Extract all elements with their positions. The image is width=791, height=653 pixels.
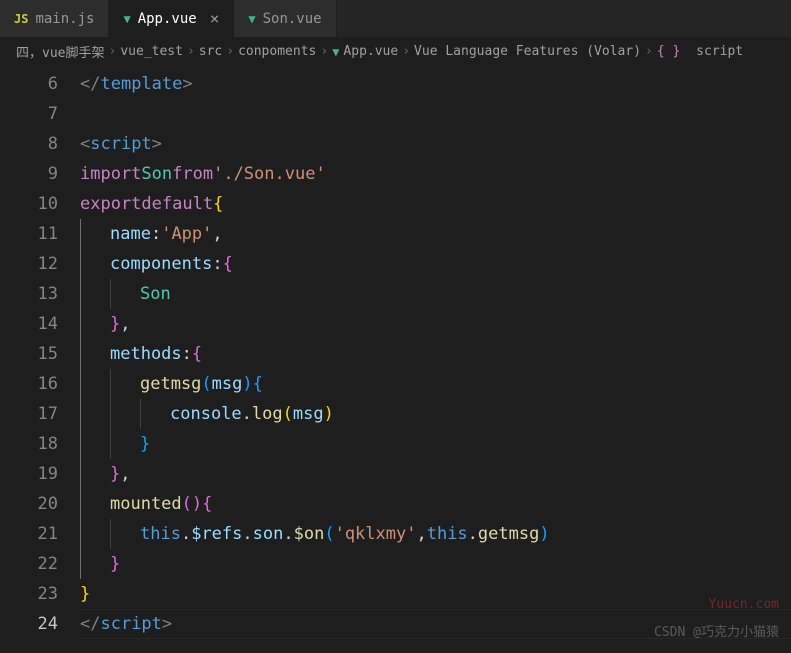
code-line: }, — [80, 309, 791, 339]
tab-main-js[interactable]: JS main.js — [0, 0, 109, 37]
code-line: export default { — [80, 189, 791, 219]
chevron-right-icon: › — [108, 44, 116, 59]
tab-son-vue[interactable]: ▼ Son.vue — [234, 0, 336, 37]
code-line: }, — [80, 459, 791, 489]
tab-label: App.vue — [138, 11, 197, 27]
tab-bar: JS main.js ▼ App.vue × ▼ Son.vue — [0, 0, 791, 38]
chevron-right-icon: › — [320, 44, 328, 59]
code-line: <script> — [80, 129, 791, 159]
breadcrumb-item[interactable]: src — [199, 44, 222, 59]
breadcrumb-item[interactable]: { } script — [657, 44, 743, 59]
vue-icon: ▼ — [248, 12, 255, 26]
breadcrumb-item[interactable]: 四，vue脚手架 — [16, 42, 104, 61]
line-gutter: 6789101112131415161718192021222324 — [0, 65, 80, 650]
code-line: methods: { — [80, 339, 791, 369]
breadcrumb-item[interactable]: ▼App.vue — [332, 44, 398, 59]
code-line: } — [80, 429, 791, 459]
braces-icon: { } — [657, 44, 680, 59]
code-line: getmsg(msg) { — [80, 369, 791, 399]
code-line: } — [80, 549, 791, 579]
tab-label: Son.vue — [263, 11, 322, 27]
breadcrumb[interactable]: 四，vue脚手架 › vue_test › src › conpoments ›… — [0, 38, 791, 65]
tab-label: main.js — [35, 11, 94, 27]
code-line: mounted() { — [80, 489, 791, 519]
breadcrumb-item[interactable]: vue_test — [120, 44, 183, 59]
code-line: console.log(msg) — [80, 399, 791, 429]
code-line: Son — [80, 279, 791, 309]
code-line: } — [80, 579, 791, 609]
breadcrumb-item[interactable]: conpoments — [238, 44, 316, 59]
breadcrumb-item[interactable]: Vue Language Features (Volar) — [414, 44, 641, 59]
chevron-right-icon: › — [645, 44, 653, 59]
watermark: CSDN @巧克力小猫猿 — [654, 621, 779, 640]
code-line: import Son from './Son.vue' — [80, 159, 791, 189]
tab-app-vue[interactable]: ▼ App.vue × — [109, 0, 234, 37]
code-editor[interactable]: 6789101112131415161718192021222324 </tem… — [0, 65, 791, 650]
code-line — [80, 99, 791, 129]
js-icon: JS — [14, 12, 28, 26]
watermark: Yuucn.com — [709, 597, 779, 612]
vue-icon: ▼ — [123, 12, 130, 26]
chevron-right-icon: › — [226, 44, 234, 59]
chevron-right-icon: › — [187, 44, 195, 59]
code-line: name: 'App', — [80, 219, 791, 249]
code-line: </template> — [80, 69, 791, 99]
vue-icon: ▼ — [332, 45, 339, 59]
chevron-right-icon: › — [402, 44, 410, 59]
close-icon[interactable]: × — [210, 9, 220, 28]
code-content[interactable]: </template> <script> import Son from './… — [80, 65, 791, 650]
code-line: this.$refs.son.$on('qklxmy', this.getmsg… — [80, 519, 791, 549]
code-line: components: { — [80, 249, 791, 279]
